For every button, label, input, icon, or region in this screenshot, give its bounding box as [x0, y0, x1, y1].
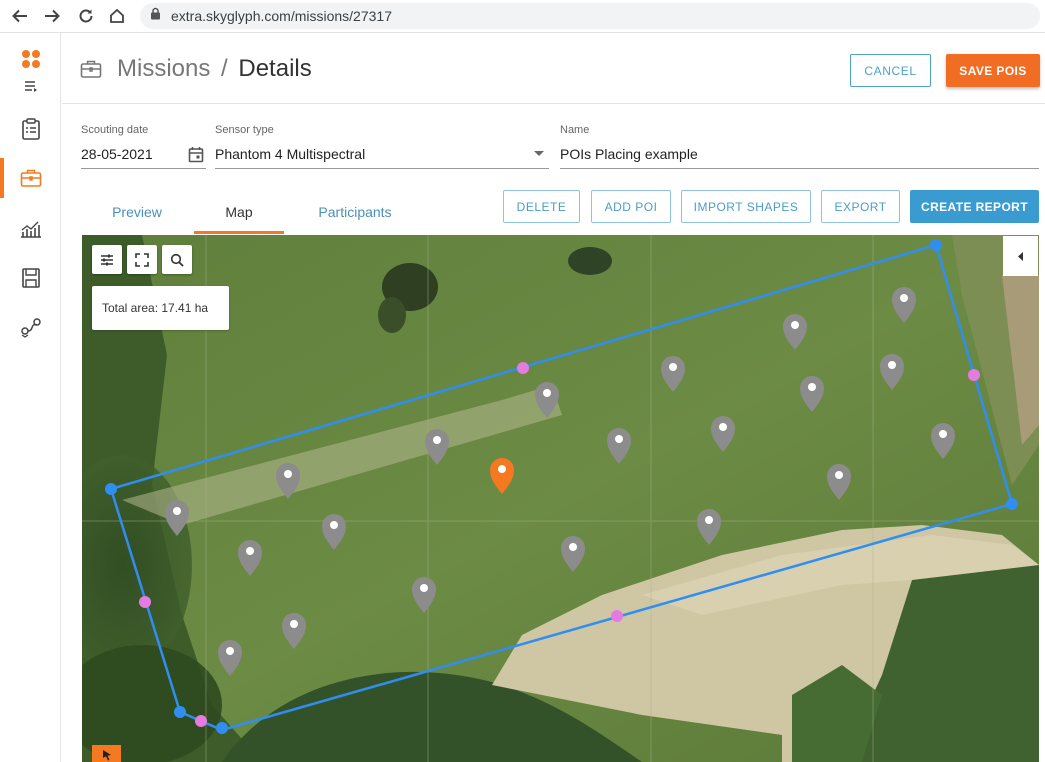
poi-marker[interactable] — [238, 540, 262, 576]
poi-marker[interactable] — [322, 514, 346, 550]
name-underline — [560, 168, 1039, 169]
reload-icon[interactable] — [74, 5, 98, 27]
scouting-date-label: Scouting date — [81, 124, 149, 136]
breadcrumb-separator: / — [221, 55, 228, 82]
sidebar — [0, 33, 61, 762]
map-search-button[interactable] — [162, 245, 192, 274]
fullscreen-button[interactable] — [127, 245, 157, 274]
sidebar-item-missions[interactable] — [0, 158, 61, 198]
browser-toolbar: extra.skyglyph.com/missions/27317 — [0, 0, 1045, 33]
forward-arrow-icon[interactable] — [40, 5, 64, 27]
poi-marker[interactable] — [892, 287, 916, 323]
search-icon — [170, 253, 184, 267]
import-shapes-button[interactable]: IMPORT SHAPES — [681, 190, 811, 223]
poi-marker[interactable] — [783, 314, 807, 350]
sensor-type-label: Sensor type — [215, 124, 274, 136]
clipboard-icon — [21, 118, 40, 140]
poi-marker[interactable] — [880, 354, 904, 390]
save-pois-button[interactable]: SAVE POIS — [946, 54, 1040, 87]
scouting-date-underline — [81, 168, 206, 169]
select-tool-button[interactable] — [92, 745, 121, 762]
delete-button[interactable]: DELETE — [503, 190, 580, 223]
caret-left-icon — [1017, 251, 1023, 261]
map-view[interactable]: Total area: 17.41 ha — [82, 235, 1039, 762]
cancel-button[interactable]: CANCEL — [850, 54, 931, 87]
poi-marker[interactable] — [218, 640, 242, 676]
scouting-date-field[interactable]: 28-05-2021 — [81, 146, 153, 162]
poi-marker[interactable] — [535, 382, 559, 418]
chart-icon — [20, 221, 41, 238]
sidebar-item-data[interactable] — [0, 258, 61, 298]
sidebar-item-analytics[interactable] — [0, 209, 61, 249]
total-area-label: Total area: 17.41 ha — [92, 286, 229, 330]
page-header: Missions / Details CANCEL SAVE POIS — [62, 33, 1045, 104]
sensor-type-select[interactable]: Phantom 4 Multispectral — [215, 146, 365, 162]
poi-marker[interactable] — [661, 356, 685, 392]
add-poi-button[interactable]: ADD POI — [591, 190, 671, 223]
poi-marker[interactable] — [276, 463, 300, 499]
create-report-button[interactable]: CREATE REPORT — [910, 190, 1039, 223]
active-tab-indicator — [194, 231, 284, 234]
poi-marker[interactable] — [827, 464, 851, 500]
poi-marker[interactable] — [282, 613, 306, 649]
lock-icon — [150, 7, 161, 25]
caret-down-icon[interactable] — [534, 151, 544, 157]
save-disk-icon — [21, 268, 40, 288]
menu-toggle-icon[interactable] — [0, 75, 61, 97]
poi-marker[interactable] — [412, 577, 436, 613]
poi-marker[interactable] — [697, 509, 721, 545]
fullscreen-icon — [135, 252, 149, 267]
poi-marker[interactable] — [711, 416, 735, 452]
home-icon[interactable] — [105, 5, 129, 27]
cursor-arrow-icon — [102, 750, 111, 761]
sidebar-item-routes[interactable] — [0, 307, 61, 347]
route-icon — [20, 318, 41, 338]
back-arrow-icon[interactable] — [8, 5, 32, 27]
poi-marker[interactable] — [800, 376, 824, 412]
page-title: Missions / Details — [117, 55, 312, 83]
breadcrumb-details: Details — [238, 55, 312, 82]
breadcrumb-missions[interactable]: Missions — [117, 55, 210, 82]
sensor-type-underline — [215, 168, 549, 169]
poi-marker[interactable] — [607, 428, 631, 464]
tab-participants[interactable]: Participants — [300, 189, 410, 234]
briefcase-icon — [80, 60, 102, 78]
poi-marker[interactable] — [561, 536, 585, 572]
address-bar[interactable]: extra.skyglyph.com/missions/27317 — [140, 3, 1040, 29]
name-field[interactable]: POIs Placing example — [560, 146, 698, 162]
name-label: Name — [560, 124, 590, 136]
panel-toggle-button[interactable] — [1003, 236, 1038, 276]
tab-map[interactable]: Map — [194, 189, 284, 234]
poi-marker[interactable] — [931, 423, 955, 459]
layers-filter-button[interactable] — [92, 245, 122, 274]
app-logo[interactable] — [0, 39, 61, 79]
poi-marker[interactable] — [165, 500, 189, 536]
tab-preview[interactable]: Preview — [92, 189, 182, 234]
calendar-icon[interactable] — [188, 146, 204, 163]
logo-icon — [21, 50, 40, 68]
poi-marker[interactable] — [425, 429, 449, 465]
briefcase-icon — [20, 169, 41, 187]
poi-marker-selected[interactable] — [490, 458, 514, 494]
url-text: extra.skyglyph.com/missions/27317 — [171, 8, 392, 24]
export-button[interactable]: EXPORT — [821, 190, 900, 223]
sliders-icon — [101, 254, 113, 265]
sidebar-item-reports[interactable] — [0, 109, 61, 149]
